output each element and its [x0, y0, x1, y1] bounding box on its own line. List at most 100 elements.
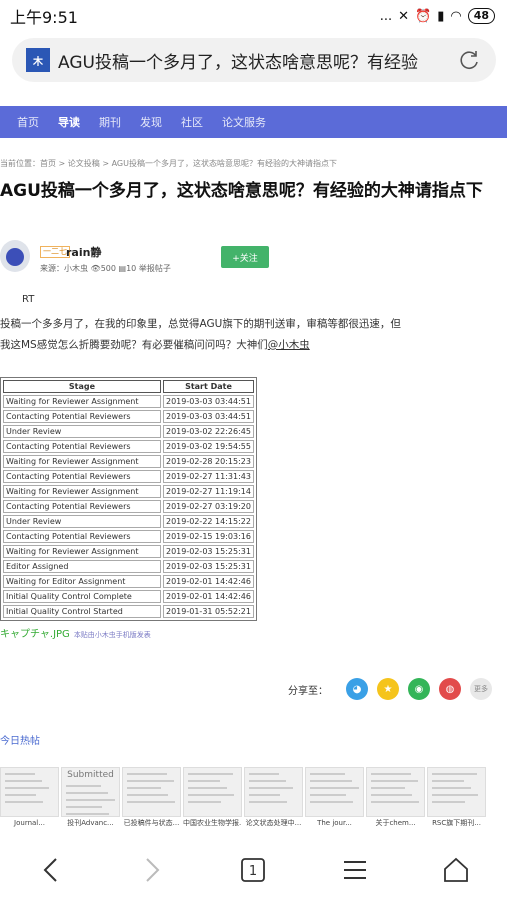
thumbnail-caption[interactable]: 中国农业生物学报...: [183, 817, 242, 829]
stage-cell: Waiting for Reviewer Assignment: [3, 545, 161, 558]
table-row: Under Review 2019-03-02 22:26:45: [3, 425, 254, 438]
thumbnail-image: [0, 767, 59, 817]
page-title-in-address-bar[interactable]: AGU投稿一个多月了，这状态啥意思呢？有经验: [58, 48, 448, 73]
author-name[interactable]: rain静: [66, 244, 101, 260]
table-row: Waiting for Reviewer Assignment 2019-02-0…: [3, 545, 254, 558]
thumbnail-line: [5, 787, 49, 789]
attachment-name[interactable]: キャプチャ.JPG: [0, 629, 70, 640]
thumbnail-line: [432, 780, 464, 782]
thumbnail-line: [371, 801, 419, 803]
today-hot-heading[interactable]: 今日热帖: [0, 732, 40, 747]
nav-paper-services[interactable]: 论文服务: [222, 114, 266, 130]
post-rt: RT: [22, 294, 35, 305]
thumbnail-text: Submitted: [67, 770, 114, 780]
manuscript-status-table[interactable]: Stage Start Date Waiting for Reviewer As…: [0, 377, 257, 621]
start-date-cell: 2019-03-03 03:44:51: [163, 410, 254, 423]
start-date-cell: 2019-02-03 15:25:31: [163, 545, 254, 558]
thumbnail-line: [249, 780, 286, 782]
stage-cell: Contacting Potential Reviewers: [3, 470, 161, 483]
start-date-cell: 2019-02-27 03:19:20: [163, 500, 254, 513]
wechat-share-icon[interactable]: ◉: [408, 678, 430, 700]
thumbnail-image: [183, 767, 242, 817]
more-share-icon[interactable]: 更多: [470, 678, 492, 700]
follow-button[interactable]: +关注: [221, 246, 269, 268]
hot-post-thumb[interactable]: 关于chem...: [366, 767, 425, 829]
weibo-share-icon[interactable]: ◍: [439, 678, 461, 700]
stage-cell: Under Review: [3, 425, 161, 438]
thumbnail-line: [188, 801, 221, 803]
table-row: Waiting for Reviewer Assignment 2019-02-2…: [3, 485, 254, 498]
thumbnail-line: [371, 773, 411, 775]
thumbnail-caption[interactable]: 论文状态处理中...: [244, 817, 303, 829]
view-count: 500: [100, 264, 116, 273]
qq-share-icon[interactable]: ◕: [346, 678, 368, 700]
stage-cell: Editor Assigned: [3, 560, 161, 573]
comment-count: 10: [126, 264, 137, 273]
mention-link[interactable]: @小木虫: [268, 339, 310, 351]
thumbnail-line: [66, 792, 108, 794]
menu-icon[interactable]: [337, 852, 373, 888]
wifi-icon: ◠: [450, 8, 462, 24]
qzone-share-icon[interactable]: ★: [377, 678, 399, 700]
thumbnail-caption[interactable]: The jour...: [305, 817, 364, 829]
hot-post-thumb[interactable]: 论文状态处理中...: [244, 767, 303, 829]
stage-cell: Waiting for Reviewer Assignment: [3, 395, 161, 408]
thumbnail-caption[interactable]: 关于chem...: [366, 817, 425, 829]
table-row: Initial Quality Control Complete 2019-02-…: [3, 590, 254, 603]
stage-cell: Under Review: [3, 515, 161, 528]
stage-cell: Contacting Potential Reviewers: [3, 530, 161, 543]
stage-cell: Contacting Potential Reviewers: [3, 500, 161, 513]
avatar[interactable]: [0, 240, 30, 272]
thumbnail-image: [366, 767, 425, 817]
table-row: Editor Assigned 2019-02-03 15:25:31: [3, 560, 254, 573]
thumbnail-line: [127, 801, 175, 803]
hot-post-thumb[interactable]: Journal...: [0, 767, 59, 829]
start-date-cell: 2019-02-01 14:42:46: [163, 590, 254, 603]
thumbnail-line: [66, 785, 101, 787]
signal-icon: ▮: [437, 8, 445, 24]
table-row: Contacting Potential Reviewers 2019-03-03…: [3, 410, 254, 423]
more-dots-icon: ...: [379, 8, 393, 24]
thumbnail-line: [5, 773, 35, 775]
thumbnail-line: [371, 780, 418, 782]
nav-guide[interactable]: 导读: [58, 114, 80, 130]
thumbnail-line: [249, 787, 293, 789]
breadcrumb[interactable]: 当前位置：首页 > 论文投稿 > AGU投稿一个多月了，这状态啥意思呢？有经验的…: [0, 158, 507, 169]
share-label: 分享至：: [288, 685, 328, 697]
start-date-cell: 2019-02-15 19:03:16: [163, 530, 254, 543]
reload-icon[interactable]: [458, 48, 482, 72]
thumbnail-caption[interactable]: RSC旗下期刊...: [427, 817, 486, 829]
thumbnail-line: [432, 794, 478, 796]
thumbnail-line: [5, 780, 42, 782]
thumbnail-line: [127, 773, 167, 775]
address-bar[interactable]: 木 AGU投稿一个多月了，这状态啥意思呢？有经验: [12, 38, 496, 82]
hot-post-thumb[interactable]: 已投稿件与状态...: [122, 767, 181, 829]
hot-post-thumb[interactable]: The jour...: [305, 767, 364, 829]
nav-community[interactable]: 社区: [181, 114, 203, 130]
report-link[interactable]: 举报帖子: [139, 264, 171, 273]
forward-icon[interactable]: [134, 852, 170, 888]
home-icon[interactable]: [438, 852, 474, 888]
attachment-link[interactable]: キャプチャ.JPG 本贴由小木虫手机版发表: [0, 625, 151, 640]
hot-post-thumb[interactable]: RSC旗下期刊...: [427, 767, 486, 829]
tabs-icon[interactable]: 1: [235, 852, 271, 888]
table-row: Waiting for Reviewer Assignment 2019-02-2…: [3, 455, 254, 468]
clock: 上午9:51: [10, 8, 78, 27]
nav-home[interactable]: 首页: [17, 114, 39, 130]
hot-post-thumb[interactable]: Submitted 投刊Advanc...: [61, 767, 120, 829]
thumbnail-caption[interactable]: 已投稿件与状态...: [122, 817, 181, 829]
thumbnail-line: [188, 787, 227, 789]
post-body-line: 我这MS感觉怎么折腾要劲呢？有必要催稿问问吗？大神们@小木虫: [0, 339, 310, 351]
thumbnail-line: [249, 801, 287, 803]
back-icon[interactable]: [33, 852, 69, 888]
status-icons: ... ✕ ⏰ ▮ ◠ 48: [380, 8, 495, 24]
thumbnail-caption[interactable]: 投刊Advanc...: [61, 817, 120, 829]
hot-post-thumb[interactable]: 中国农业生物学报...: [183, 767, 242, 829]
nav-journals[interactable]: 期刊: [99, 114, 121, 130]
thumbnail-caption[interactable]: Journal...: [0, 817, 59, 829]
stage-cell: Initial Quality Control Complete: [3, 590, 161, 603]
hot-posts-strip: Journal... Submitted 投刊Advanc... 已投稿件与状态...…: [0, 767, 507, 829]
start-date-cell: 2019-03-02 22:26:45: [163, 425, 254, 438]
nav-discover[interactable]: 发现: [140, 114, 162, 130]
post-title: AGU投稿一个多月了，这状态啥意思呢？有经验的大神请指点下: [0, 181, 483, 201]
